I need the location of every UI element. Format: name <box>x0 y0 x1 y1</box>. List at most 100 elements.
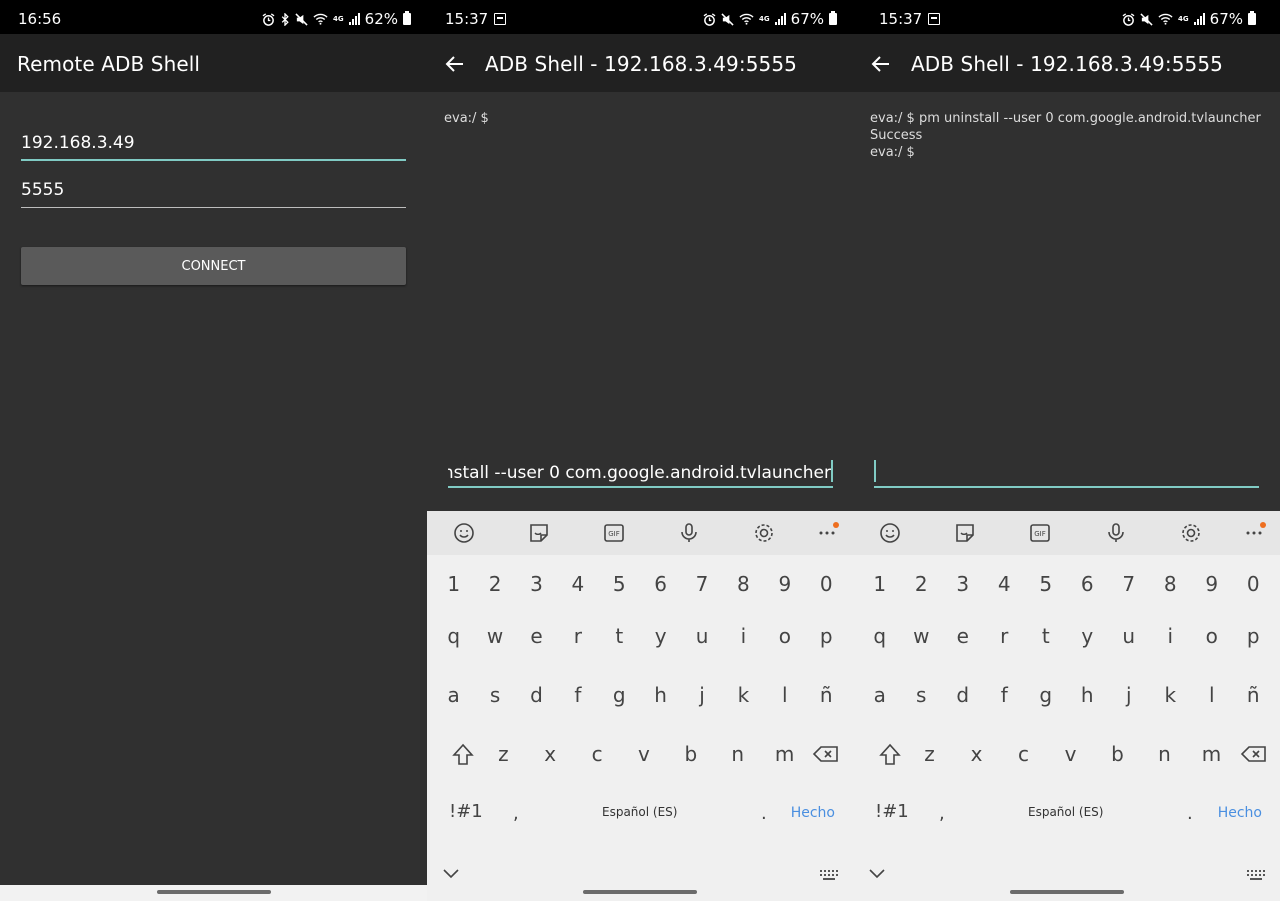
key-0[interactable]: 0 <box>807 572 845 596</box>
key-y[interactable]: y <box>1068 624 1106 648</box>
gif-icon[interactable]: GIF <box>602 521 626 545</box>
port-input[interactable]: 5555 <box>21 178 406 208</box>
key-e[interactable]: e <box>944 624 982 648</box>
space-key[interactable]: Español (ES) <box>1028 805 1103 819</box>
key-m[interactable]: m <box>766 742 804 768</box>
microphone-icon[interactable] <box>677 521 701 545</box>
key-g[interactable]: g <box>1027 683 1065 707</box>
key-s[interactable]: s <box>476 683 514 707</box>
microphone-icon[interactable] <box>1104 521 1128 545</box>
symbols-key[interactable]: !#1 <box>449 801 483 822</box>
connect-button[interactable]: CONNECT <box>21 247 406 285</box>
key-p[interactable]: p <box>807 624 845 648</box>
key-m[interactable]: m <box>1193 742 1231 768</box>
backspace-icon[interactable] <box>1240 742 1268 766</box>
home-handle[interactable] <box>156 890 271 894</box>
key-8[interactable]: 8 <box>724 572 762 596</box>
shift-icon[interactable] <box>451 742 475 768</box>
backspace-icon[interactable] <box>812 742 840 766</box>
settings-icon[interactable] <box>1179 521 1203 545</box>
key-t[interactable]: t <box>600 624 638 648</box>
key-r[interactable]: r <box>985 624 1023 648</box>
key-6[interactable]: 6 <box>1068 572 1106 596</box>
key-2[interactable]: 2 <box>902 572 940 596</box>
key-b[interactable]: b <box>672 742 710 768</box>
key-i[interactable]: i <box>724 624 762 648</box>
key-5[interactable]: 5 <box>600 572 638 596</box>
key-k[interactable]: k <box>1151 683 1189 707</box>
key-i[interactable]: i <box>1151 624 1189 648</box>
key-d[interactable]: d <box>944 683 982 707</box>
key-o[interactable]: o <box>1193 624 1231 648</box>
key-n[interactable]: n <box>1146 742 1184 768</box>
key-v[interactable]: v <box>1052 742 1090 768</box>
host-input[interactable]: 192.168.3.49 <box>21 131 406 161</box>
key-k[interactable]: k <box>724 683 762 707</box>
done-key[interactable]: Hecho <box>791 805 835 821</box>
back-arrow-icon[interactable] <box>445 54 465 74</box>
key-7[interactable]: 7 <box>1110 572 1148 596</box>
key-j[interactable]: j <box>1110 683 1148 707</box>
period-key[interactable]: . <box>1187 803 1193 824</box>
key-n-tilde[interactable]: ñ <box>807 683 845 707</box>
key-n-tilde[interactable]: ñ <box>1234 683 1272 707</box>
key-x[interactable]: x <box>958 742 996 768</box>
command-input[interactable]: uninstall --user 0 com.google.android.tv… <box>448 458 833 488</box>
hide-keyboard-icon[interactable] <box>443 869 459 879</box>
key-p[interactable]: p <box>1234 624 1272 648</box>
back-arrow-icon[interactable] <box>871 54 891 74</box>
comma-key[interactable]: , <box>939 803 945 824</box>
key-1[interactable]: 1 <box>861 572 899 596</box>
key-v[interactable]: v <box>625 742 663 768</box>
period-key[interactable]: . <box>761 803 767 824</box>
command-input[interactable] <box>874 458 1259 488</box>
key-q[interactable]: q <box>861 624 899 648</box>
symbols-key[interactable]: !#1 <box>875 801 909 822</box>
key-q[interactable]: q <box>435 624 473 648</box>
space-key[interactable]: Español (ES) <box>602 805 677 819</box>
key-7[interactable]: 7 <box>683 572 721 596</box>
key-9[interactable]: 9 <box>1193 572 1231 596</box>
shift-icon[interactable] <box>878 742 902 768</box>
emoji-icon[interactable] <box>878 521 902 545</box>
home-handle[interactable] <box>583 890 697 894</box>
key-z[interactable]: z <box>484 742 522 768</box>
key-l[interactable]: l <box>766 683 804 707</box>
key-w[interactable]: w <box>476 624 514 648</box>
key-h[interactable]: h <box>642 683 680 707</box>
key-3[interactable]: 3 <box>517 572 555 596</box>
key-f[interactable]: f <box>985 683 1023 707</box>
keyboard-switch-icon[interactable] <box>1246 869 1266 881</box>
key-o[interactable]: o <box>766 624 804 648</box>
key-e[interactable]: e <box>517 624 555 648</box>
key-c[interactable]: c <box>1005 742 1043 768</box>
key-c[interactable]: c <box>578 742 616 768</box>
key-4[interactable]: 4 <box>985 572 1023 596</box>
key-a[interactable]: a <box>861 683 899 707</box>
key-h[interactable]: h <box>1068 683 1106 707</box>
keyboard-switch-icon[interactable] <box>819 869 839 881</box>
key-f[interactable]: f <box>559 683 597 707</box>
gif-icon[interactable]: GIF <box>1028 521 1052 545</box>
key-r[interactable]: r <box>559 624 597 648</box>
key-4[interactable]: 4 <box>559 572 597 596</box>
sticker-icon[interactable] <box>527 521 551 545</box>
key-y[interactable]: y <box>642 624 680 648</box>
key-1[interactable]: 1 <box>435 572 473 596</box>
key-5[interactable]: 5 <box>1027 572 1065 596</box>
emoji-icon[interactable] <box>452 521 476 545</box>
key-z[interactable]: z <box>911 742 949 768</box>
key-g[interactable]: g <box>600 683 638 707</box>
key-0[interactable]: 0 <box>1234 572 1272 596</box>
key-9[interactable]: 9 <box>766 572 804 596</box>
done-key[interactable]: Hecho <box>1218 805 1262 821</box>
key-a[interactable]: a <box>435 683 473 707</box>
key-u[interactable]: u <box>683 624 721 648</box>
home-handle[interactable] <box>1009 890 1124 894</box>
key-t[interactable]: t <box>1027 624 1065 648</box>
key-n[interactable]: n <box>719 742 757 768</box>
key-3[interactable]: 3 <box>944 572 982 596</box>
key-s[interactable]: s <box>902 683 940 707</box>
key-u[interactable]: u <box>1110 624 1148 648</box>
key-d[interactable]: d <box>517 683 555 707</box>
